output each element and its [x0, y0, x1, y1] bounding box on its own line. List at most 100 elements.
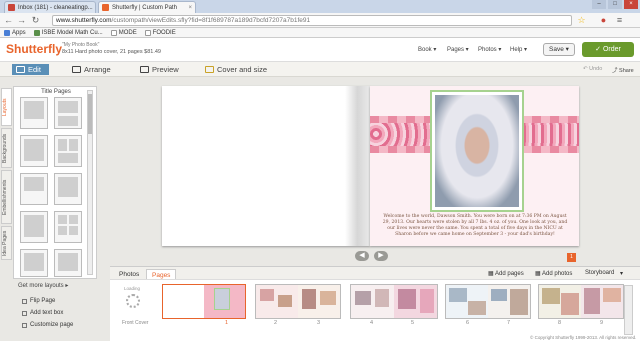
minimize-button[interactable]: –: [592, 0, 606, 9]
action-label: Customize page: [30, 322, 74, 328]
page-number: 9: [600, 320, 604, 326]
menu-label: Help: [510, 47, 523, 53]
undo-label: Undo: [589, 66, 603, 72]
edit-icon: [16, 66, 25, 73]
layout-thumbnail[interactable]: [54, 211, 82, 243]
project-title[interactable]: "My Photo Book": [62, 42, 99, 48]
star-icon[interactable]: ☆: [576, 15, 587, 26]
scrollbar-thumb[interactable]: [88, 94, 92, 134]
gmail-icon: [8, 4, 15, 11]
menu-label: Pages: [447, 47, 465, 53]
add-photos-button[interactable]: ▦ Add photos: [535, 270, 572, 277]
tab-embellishments[interactable]: Embellishments: [1, 170, 12, 224]
reload-icon[interactable]: ↻: [30, 15, 41, 26]
caption-text-box[interactable]: Welcome to the world, Dawson Smith. You …: [382, 214, 568, 238]
page-icon: [110, 29, 117, 36]
collapse-icon[interactable]: ▾: [620, 270, 623, 277]
cover-icon: [205, 66, 214, 73]
layouts-scrollbar[interactable]: [87, 90, 93, 275]
tab-label: Preview: [152, 65, 179, 74]
layout-thumbnail[interactable]: [20, 135, 48, 167]
photo-frame[interactable]: [430, 90, 524, 212]
close-icon[interactable]: ×: [188, 5, 192, 11]
pinterest-icon[interactable]: ●: [598, 15, 609, 26]
customize-page-button[interactable]: Customize page: [22, 322, 73, 328]
tab-cover-and-size[interactable]: Cover and size: [205, 64, 267, 75]
window-close-button[interactable]: ×: [624, 0, 638, 9]
baby-photo[interactable]: [435, 95, 519, 207]
page-number: 7: [507, 320, 511, 326]
add-text-box-button[interactable]: Add text box: [22, 310, 63, 316]
share-button[interactable]: ⤴ Share: [612, 66, 634, 74]
tab-backgrounds[interactable]: Backgrounds: [1, 128, 12, 168]
spread-thumbnail-1[interactable]: [162, 284, 246, 319]
spread-thumbnail-5[interactable]: [538, 284, 624, 319]
address-bar-row: ← → ↻ www.shutterfly.com/custompath/view…: [0, 13, 640, 28]
browser-tab-strip: Inbox (181) - cleaneatingp... × Shutterf…: [0, 0, 640, 13]
url-input[interactable]: www.shutterfly.com/custompath/viewEdits.…: [52, 15, 572, 26]
spread-thumbnail-3[interactable]: [350, 284, 438, 319]
menu-icon[interactable]: ≡: [614, 15, 625, 26]
tab-gmail[interactable]: Inbox (181) - cleaneatingp... ×: [4, 1, 96, 13]
menu-pages[interactable]: Pages ▾: [447, 46, 469, 53]
front-cover-thumbnail[interactable]: Loading: [114, 284, 154, 319]
customize-icon: [22, 322, 27, 328]
layout-thumbnail[interactable]: [20, 249, 48, 277]
layout-thumbnail[interactable]: [54, 97, 82, 129]
get-more-layouts-link[interactable]: Get more layouts ▸: [18, 282, 68, 289]
window-controls: – □ ×: [592, 0, 638, 9]
bookmark-label: MODE: [118, 29, 137, 36]
spread-thumbnail-4[interactable]: [445, 284, 531, 319]
layout-thumbnail[interactable]: [20, 97, 48, 129]
previous-page-button[interactable]: ◀: [355, 251, 369, 261]
layout-thumbnail[interactable]: [54, 135, 82, 167]
maximize-button[interactable]: □: [608, 0, 622, 9]
layout-thumbnail[interactable]: [20, 173, 48, 205]
spread-thumbnail-2[interactable]: [255, 284, 341, 319]
layout-thumbnail[interactable]: [54, 173, 82, 205]
page-number: 6: [466, 320, 470, 326]
flip-page-button[interactable]: Flip Page: [22, 298, 55, 304]
bookmark-isbe[interactable]: ISBE Model Math Cu...: [33, 29, 103, 36]
apps-icon: [4, 29, 10, 36]
tab-label: Cover and size: [217, 65, 268, 74]
tab-arrange[interactable]: Arrange: [72, 64, 111, 75]
menu-help[interactable]: Help ▾: [510, 46, 527, 53]
bookmarks-bar: Apps ISBE Model Math Cu... MODE FOODIE: [0, 28, 640, 38]
right-page[interactable]: Welcome to the world, Dawson Smith. You …: [370, 86, 579, 246]
bookmark-mode[interactable]: MODE: [110, 29, 137, 36]
layout-thumbnail[interactable]: [20, 211, 48, 243]
tab-shutterfly[interactable]: Shutterfly | Custom Path ×: [98, 1, 196, 13]
link-label: Get more layouts: [18, 283, 64, 289]
tab-edit[interactable]: Edit: [12, 64, 49, 75]
back-icon[interactable]: ←: [3, 15, 14, 26]
left-page[interactable]: [162, 86, 370, 246]
tab-idea-pages[interactable]: Idea Pages: [1, 226, 12, 260]
page-number: 5: [411, 320, 415, 326]
add-pages-button[interactable]: ▦ Add pages: [488, 270, 524, 277]
menu-book[interactable]: Book ▾: [418, 46, 436, 53]
order-button[interactable]: ✓ Order: [582, 42, 634, 57]
bookmark-apps[interactable]: Apps: [4, 29, 26, 36]
shutterfly-logo[interactable]: Shutterfly: [6, 42, 62, 56]
layout-thumbnail[interactable]: [54, 249, 82, 277]
forward-icon[interactable]: →: [16, 15, 27, 26]
page-number: 3: [317, 320, 321, 326]
action-label: Add pages: [495, 271, 524, 277]
tab-layouts[interactable]: Layouts: [1, 88, 12, 126]
next-page-button[interactable]: ▶: [374, 251, 388, 261]
storyboard-button[interactable]: Storyboard: [585, 270, 614, 276]
filmstrip-scrollbar[interactable]: [624, 285, 633, 335]
undo-button[interactable]: ↶ Undo: [583, 66, 602, 72]
project-info[interactable]: 8x11 Hard photo cover, 21 pages $81.49: [62, 49, 161, 55]
menu-label: Photos: [478, 47, 497, 53]
tab-preview[interactable]: Preview: [140, 64, 179, 75]
bookmark-label: Apps: [12, 29, 26, 36]
save-button[interactable]: Save ▾: [543, 43, 575, 56]
layouts-panel: Title Pages: [13, 86, 97, 279]
bookmark-foodie[interactable]: FOODIE: [144, 29, 176, 36]
action-label: Flip Page: [30, 298, 56, 304]
filmstrip-tabs: Photos Pages ▦ Add pages ▦ Add photos St…: [110, 266, 640, 280]
page-icon: [33, 29, 40, 36]
menu-photos[interactable]: Photos ▾: [478, 46, 501, 53]
